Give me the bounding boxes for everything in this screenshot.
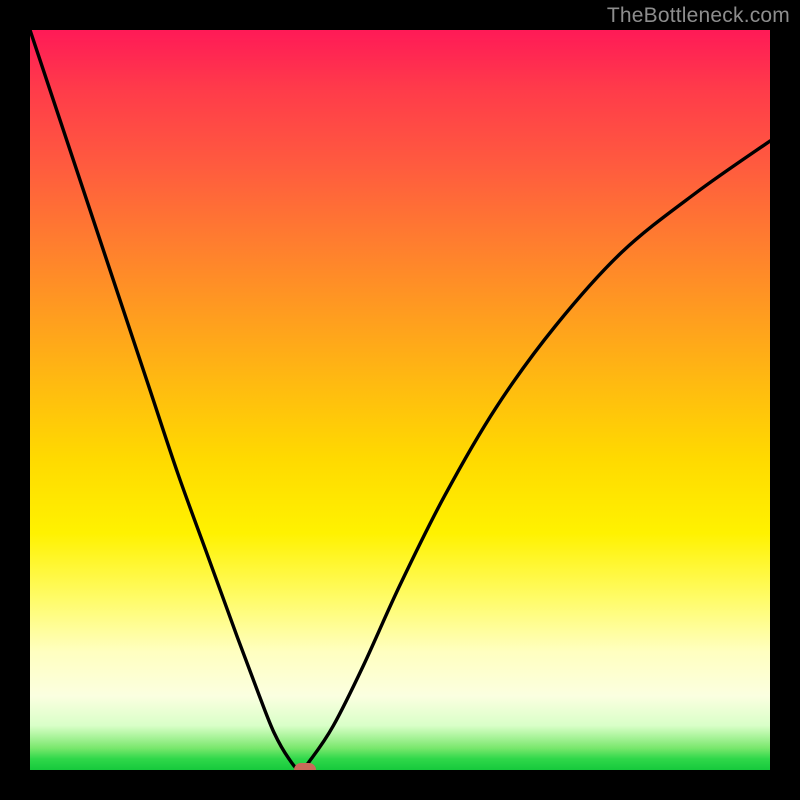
watermark-text: TheBottleneck.com (607, 4, 790, 28)
curve-minimum-marker (294, 763, 316, 770)
bottleneck-curve (30, 30, 770, 770)
plot-area (30, 30, 770, 770)
chart-frame: TheBottleneck.com (0, 0, 800, 800)
